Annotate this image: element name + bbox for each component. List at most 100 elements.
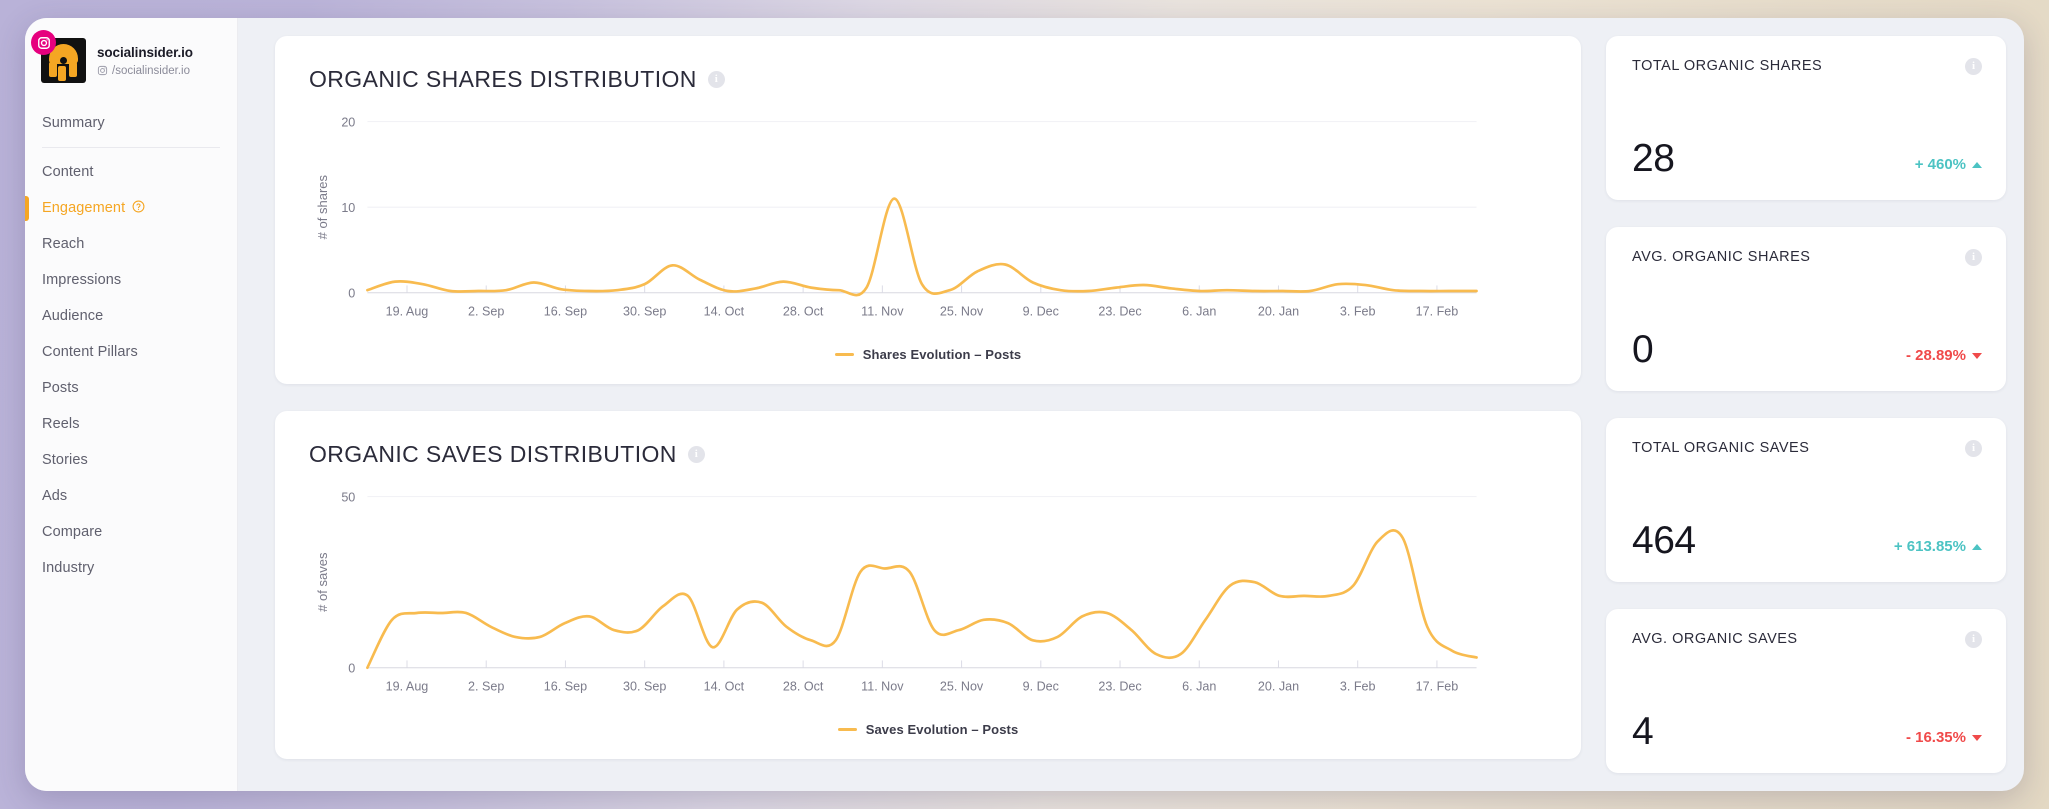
svg-text:2. Sep: 2. Sep <box>468 303 504 318</box>
kpi-value: 0 <box>1632 328 1654 371</box>
sidebar-nav: Summary Content Engagement Reach Impress… <box>25 105 237 586</box>
svg-text:3. Feb: 3. Feb <box>1340 303 1376 318</box>
legend-label: Shares Evolution – Posts <box>862 347 1022 362</box>
info-icon[interactable]: i <box>1965 58 1982 75</box>
kpi-header: AVG. ORGANIC SHARES i <box>1632 249 1982 266</box>
info-icon[interactable]: i <box>1965 440 1982 457</box>
kpi-delta-text: - 16.35% <box>1905 729 1966 746</box>
sidebar-item-content-pillars[interactable]: Content Pillars <box>25 334 237 370</box>
sidebar-item-engagement[interactable]: Engagement <box>25 190 237 226</box>
svg-text:14. Oct: 14. Oct <box>704 678 745 693</box>
help-circle-icon[interactable] <box>132 200 145 217</box>
svg-text:23. Dec: 23. Dec <box>1098 303 1142 318</box>
main-content: ORGANIC SHARES DISTRIBUTION i 0 10 20 # of … <box>238 18 2024 791</box>
sidebar-item-label: Engagement <box>42 200 126 216</box>
kpi-value: 28 <box>1632 137 1675 180</box>
sidebar-item-label: Content Pillars <box>42 344 138 360</box>
page-title: ORGANIC SHARES DISTRIBUTION <box>309 66 697 92</box>
chart-header: ORGANIC SAVES DISTRIBUTION i <box>309 441 1547 468</box>
brand-handle-text: /socialinsider.io <box>112 64 190 77</box>
chart-legend: Saves Evolution – Posts <box>309 722 1547 741</box>
svg-text:0: 0 <box>348 285 355 300</box>
svg-text:20. Jan: 20. Jan <box>1258 678 1299 693</box>
brand-handle-row: /socialinsider.io <box>97 65 193 77</box>
svg-text:16. Sep: 16. Sep <box>544 678 587 693</box>
sidebar-item-label: Industry <box>42 560 95 576</box>
trend-up-icon <box>1972 543 1982 550</box>
svg-text:6. Jan: 6. Jan <box>1182 678 1216 693</box>
sidebar-item-summary[interactable]: Summary <box>25 105 237 141</box>
avatar <box>31 30 86 83</box>
instagram-icon <box>31 30 56 55</box>
kpi-label: TOTAL ORGANIC SHARES <box>1632 58 1823 74</box>
sidebar-item-stories[interactable]: Stories <box>25 442 237 478</box>
svg-text:25. Nov: 25. Nov <box>940 303 984 318</box>
kpi-delta: - 16.35% <box>1906 729 1982 751</box>
kpi-card-total-organic-shares: TOTAL ORGANIC SHARES i 28 + 460% <box>1606 36 2006 200</box>
svg-text:23. Dec: 23. Dec <box>1098 678 1142 693</box>
page-title: ORGANIC SAVES DISTRIBUTION <box>309 441 677 467</box>
sidebar-item-label: Reels <box>42 416 80 432</box>
kpi-card-avg-organic-saves: AVG. ORGANIC SAVES i 4 - 16.35% <box>1606 609 2006 773</box>
svg-text:2. Sep: 2. Sep <box>468 678 504 693</box>
sidebar-item-compare[interactable]: Compare <box>25 514 237 550</box>
organic-shares-distribution-card: ORGANIC SHARES DISTRIBUTION i 0 10 20 # of … <box>275 36 1581 384</box>
brand-name: socialinsider.io <box>97 45 193 61</box>
sidebar-item-label: Impressions <box>42 272 122 288</box>
sidebar-item-label: Posts <box>42 380 79 396</box>
kpi-header: TOTAL ORGANIC SAVES i <box>1632 440 1982 457</box>
sidebar-item-label: Content <box>42 164 94 180</box>
svg-text:17. Feb: 17. Feb <box>1416 678 1459 693</box>
kpi-header: TOTAL ORGANIC SHARES i <box>1632 58 1982 75</box>
trend-up-icon <box>1972 161 1982 168</box>
info-icon[interactable]: i <box>1965 249 1982 266</box>
svg-text:9. Dec: 9. Dec <box>1023 303 1060 318</box>
kpi-header: AVG. ORGANIC SAVES i <box>1632 631 1982 648</box>
kpi-label: TOTAL ORGANIC SAVES <box>1632 440 1810 456</box>
brand-header[interactable]: socialinsider.io /socialinsider.io <box>25 30 237 83</box>
app-window: socialinsider.io /socialinsider.io Summa… <box>25 18 2024 791</box>
legend-line-swatch <box>834 353 854 356</box>
info-icon[interactable]: i <box>707 71 725 88</box>
trend-down-icon <box>1972 734 1982 741</box>
saves-line-chart: 0 50 # of saves 19. Aug 2. Sep 16. Sep 30. Sep… <box>309 482 1547 722</box>
sidebar-item-reels[interactable]: Reels <box>25 406 237 442</box>
sidebar-item-audience[interactable]: Audience <box>25 298 237 334</box>
legend-label: Saves Evolution – Posts <box>865 722 1019 737</box>
sidebar-item-impressions[interactable]: Impressions <box>25 262 237 298</box>
sidebar-item-ads[interactable]: Ads <box>25 478 237 514</box>
sidebar-item-label: Compare <box>42 524 103 540</box>
svg-text:17. Feb: 17. Feb <box>1416 303 1459 318</box>
kpi-column: TOTAL ORGANIC SHARES i 28 + 460% AVG. OR… <box>1606 36 2006 773</box>
svg-text:6. Jan: 6. Jan <box>1182 303 1216 318</box>
svg-text:# of saves: # of saves <box>315 552 330 611</box>
sidebar-item-reach[interactable]: Reach <box>25 226 237 262</box>
sidebar-item-label: Ads <box>42 488 68 504</box>
svg-text:28. Oct: 28. Oct <box>783 678 824 693</box>
svg-text:14. Oct: 14. Oct <box>704 303 745 318</box>
sidebar: socialinsider.io /socialinsider.io Summa… <box>25 18 238 791</box>
svg-text:11. Nov: 11. Nov <box>861 678 904 693</box>
kpi-delta-text: + 460% <box>1914 156 1966 173</box>
sidebar-item-posts[interactable]: Posts <box>25 370 237 406</box>
organic-saves-distribution-card: ORGANIC SAVES DISTRIBUTION i 0 50 # of sav… <box>275 411 1581 759</box>
kpi-footer: 28 + 460% <box>1632 139 1982 180</box>
kpi-delta: - 28.89% <box>1906 347 1982 369</box>
sidebar-item-label: Stories <box>42 452 88 468</box>
svg-text:9. Dec: 9. Dec <box>1023 678 1060 693</box>
svg-text:3. Feb: 3. Feb <box>1340 678 1376 693</box>
kpi-footer: 4 - 16.35% <box>1632 712 1982 753</box>
info-icon[interactable]: i <box>1965 631 1982 648</box>
svg-text:25. Nov: 25. Nov <box>940 678 984 693</box>
info-icon[interactable]: i <box>687 446 705 463</box>
sidebar-item-content[interactable]: Content <box>25 154 237 190</box>
instagram-small-icon <box>97 65 108 76</box>
sidebar-item-industry[interactable]: Industry <box>25 550 237 586</box>
svg-text:0: 0 <box>348 660 355 675</box>
svg-text:16. Sep: 16. Sep <box>544 303 587 318</box>
chart-header: ORGANIC SHARES DISTRIBUTION i <box>309 66 1547 93</box>
kpi-delta: + 613.85% <box>1894 538 1982 560</box>
svg-text:19. Aug: 19. Aug <box>386 678 429 693</box>
sidebar-item-label: Reach <box>42 236 85 252</box>
kpi-label: AVG. ORGANIC SAVES <box>1632 631 1798 647</box>
